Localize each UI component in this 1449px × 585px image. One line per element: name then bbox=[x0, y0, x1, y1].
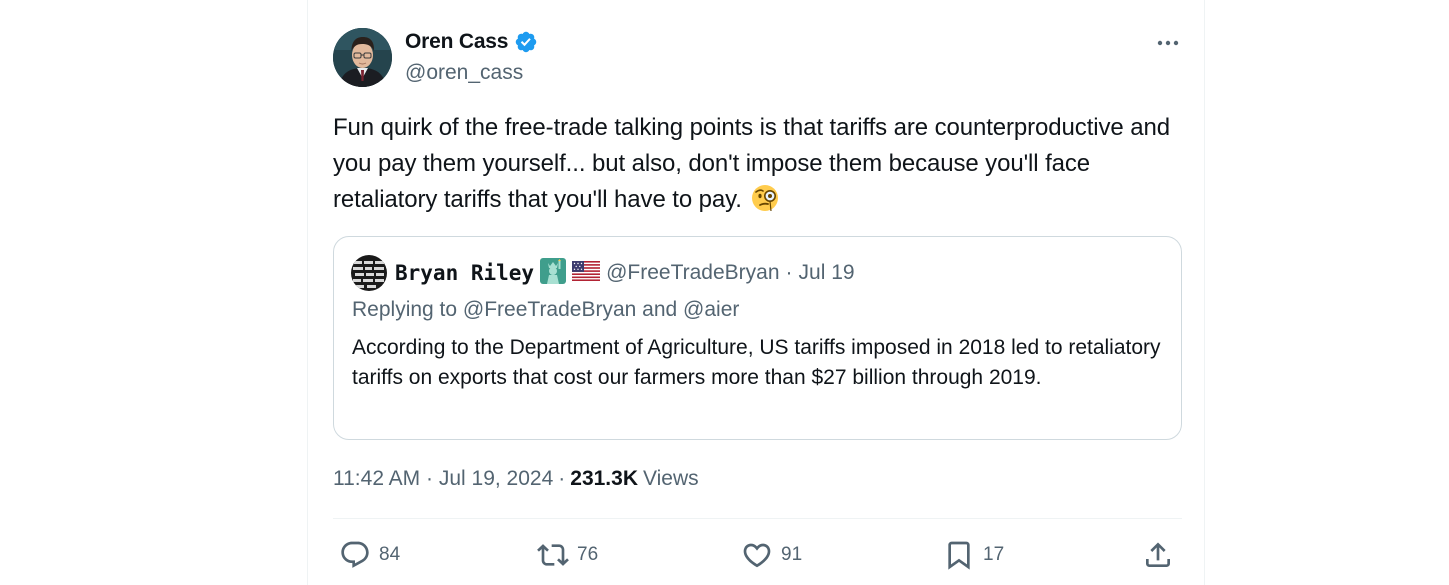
bookmark-button[interactable]: 17 bbox=[943, 538, 1004, 572]
verified-badge-icon bbox=[514, 30, 538, 54]
views-count: 231.3K bbox=[570, 467, 638, 490]
author-name[interactable]: Oren Cass bbox=[405, 30, 508, 54]
tweet-card: Oren Cass @oren_cass Fun quirk of the fr… bbox=[307, 0, 1205, 585]
reply-icon bbox=[339, 539, 371, 571]
tweet-meta: 11:42 AM · Jul 19, 2024 · 231.3K Views bbox=[333, 467, 699, 491]
like-button[interactable]: 91 bbox=[741, 538, 802, 572]
author-name-row: Oren Cass bbox=[405, 30, 538, 54]
quoted-date[interactable]: Jul 19 bbox=[799, 261, 855, 285]
more-options-button[interactable] bbox=[1153, 30, 1183, 56]
reply-button[interactable]: 84 bbox=[339, 538, 400, 572]
author-handle[interactable]: @oren_cass bbox=[405, 61, 523, 85]
quoted-author-handle[interactable]: @FreeTradeBryan bbox=[606, 261, 779, 285]
meta-separator: · bbox=[558, 467, 566, 490]
statue-of-liberty-icon bbox=[540, 257, 567, 289]
author-avatar[interactable] bbox=[333, 28, 392, 87]
repost-icon bbox=[537, 539, 569, 571]
quoted-author-avatar[interactable] bbox=[351, 255, 387, 291]
page: Oren Cass @oren_cass Fun quirk of the fr… bbox=[0, 0, 1449, 585]
author-avatar-image bbox=[333, 28, 392, 87]
share-button[interactable] bbox=[1142, 538, 1174, 572]
quoted-separator: · bbox=[785, 261, 793, 284]
quoted-tweet-header: Bryan Riley @FreeTradeBryan · Jul 19 bbox=[351, 255, 855, 291]
bookmark-count: 17 bbox=[983, 544, 1005, 565]
quoted-replying-to: Replying to @FreeTradeBryan and @aier bbox=[352, 298, 740, 321]
repost-button[interactable]: 76 bbox=[537, 538, 598, 572]
divider bbox=[333, 518, 1182, 519]
us-flag-icon bbox=[572, 260, 601, 286]
quoted-author-name[interactable]: Bryan Riley bbox=[395, 261, 534, 285]
share-icon bbox=[1142, 539, 1174, 571]
views-label: Views bbox=[642, 467, 699, 490]
quoted-tweet[interactable]: Bryan Riley @FreeTradeBryan · Jul 19 Rep… bbox=[333, 236, 1182, 440]
face-with-monocle-icon bbox=[750, 183, 780, 224]
tweet-text: Fun quirk of the free-trade talking poin… bbox=[333, 110, 1173, 224]
heart-icon bbox=[741, 539, 773, 571]
repost-count: 76 bbox=[577, 544, 599, 565]
like-count: 91 bbox=[781, 544, 803, 565]
more-icon bbox=[1156, 34, 1180, 52]
bookmark-icon bbox=[943, 539, 975, 571]
tweet-timestamp[interactable]: 11:42 AM · Jul 19, 2024 bbox=[333, 467, 553, 491]
quoted-tweet-text: According to the Department of Agricultu… bbox=[352, 336, 1161, 389]
reply-count: 84 bbox=[379, 544, 401, 565]
